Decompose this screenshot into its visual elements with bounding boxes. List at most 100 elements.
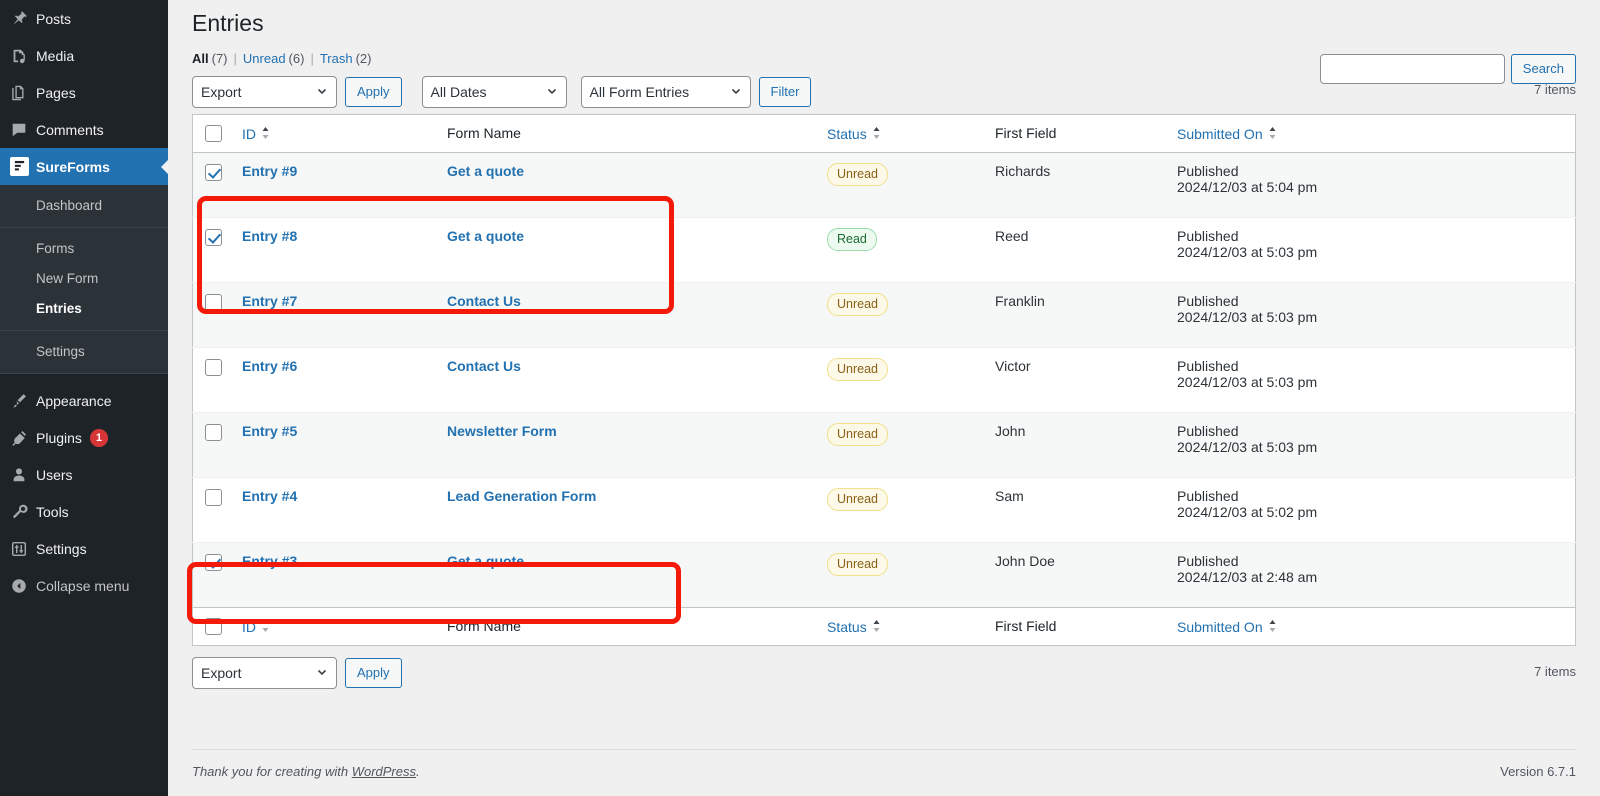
- entry-link[interactable]: Entry #7: [242, 293, 297, 309]
- submitted-date: 2024/12/03 at 5:03 pm: [1177, 308, 1318, 325]
- bulk-action-select-bottom[interactable]: Export: [192, 656, 337, 689]
- entry-link[interactable]: Entry #8: [242, 228, 297, 244]
- sureforms-submenu-bottom: Settings: [0, 331, 168, 373]
- date-filter-value: All Dates: [430, 83, 487, 100]
- row-checkbox-cell[interactable]: [192, 411, 232, 478]
- pin-icon: [10, 10, 36, 28]
- submitted-date: 2024/12/03 at 5:03 pm: [1177, 373, 1318, 390]
- sidebar-item-posts[interactable]: Posts: [0, 0, 168, 37]
- sidebar-subitem-dashboard[interactable]: Dashboard: [0, 191, 168, 221]
- form-filter-select[interactable]: All Form Entries: [580, 75, 751, 108]
- form-name-link[interactable]: Get a quote: [447, 163, 524, 179]
- column-header-id-label[interactable]: ID: [242, 126, 256, 142]
- footer-credit: Thank you for creating with WordPress.: [192, 764, 420, 779]
- wordpress-link[interactable]: WordPress: [352, 764, 416, 779]
- column-header-first-field-label: First Field: [995, 125, 1057, 142]
- column-header-status-label[interactable]: Status: [827, 126, 867, 142]
- sidebar-item-media[interactable]: Media: [0, 37, 168, 74]
- bulk-action-select-top[interactable]: Export: [192, 75, 337, 108]
- column-footer-status-label[interactable]: Status: [827, 619, 867, 635]
- sidebar-item-appearance[interactable]: Appearance: [0, 382, 168, 419]
- form-name-link[interactable]: Newsletter Form: [447, 423, 557, 439]
- column-footer-id-label[interactable]: ID: [242, 619, 256, 635]
- sidebar-item-comments[interactable]: Comments: [0, 111, 168, 148]
- date-filter-select[interactable]: All Dates: [421, 75, 567, 108]
- row-first-field-cell: Franklin: [985, 281, 1167, 348]
- column-header-id[interactable]: ID: [232, 114, 437, 153]
- sidebar-item-label: Media: [36, 47, 75, 64]
- chevron-down-icon: [316, 84, 328, 100]
- column-footer-id[interactable]: ID: [232, 606, 437, 646]
- sidebar-item-label: Tools: [36, 503, 69, 520]
- status-badge: Unread: [827, 487, 888, 511]
- row-submitted-on-cell: Published 2024/12/03 at 5:03 pm: [1167, 346, 1576, 413]
- column-header-submitted-on[interactable]: Submitted On: [1167, 114, 1576, 153]
- row-checkbox[interactable]: [205, 293, 222, 311]
- row-status-cell: Unread: [817, 476, 985, 543]
- submitted-date: 2024/12/03 at 2:48 am: [1177, 568, 1318, 585]
- sidebar-subitem-new-form[interactable]: New Form: [0, 264, 168, 294]
- row-checkbox-cell[interactable]: [192, 216, 232, 283]
- entry-link[interactable]: Entry #4: [242, 488, 297, 504]
- entry-link[interactable]: Entry #5: [242, 423, 297, 439]
- sort-indicator-icon: [872, 619, 881, 636]
- sidebar-subitem-entries[interactable]: Entries: [0, 294, 168, 324]
- column-footer-submitted-on-label[interactable]: Submitted On: [1177, 619, 1263, 635]
- entry-link[interactable]: Entry #6: [242, 358, 297, 374]
- column-header-status[interactable]: Status: [817, 114, 985, 153]
- form-name-link[interactable]: Contact Us: [447, 358, 521, 374]
- apply-button-bottom[interactable]: Apply: [345, 657, 402, 688]
- view-link-unread[interactable]: Unread: [243, 51, 286, 66]
- row-checkbox[interactable]: [205, 358, 222, 376]
- sidebar-item-plugins[interactable]: Plugins 1: [0, 419, 168, 456]
- footer-credit-prefix: Thank you for creating with: [192, 764, 352, 779]
- row-checkbox[interactable]: [205, 553, 222, 571]
- select-all-checkbox-footer[interactable]: [205, 618, 222, 636]
- form-name-link[interactable]: Get a quote: [447, 228, 524, 244]
- column-footer-status[interactable]: Status: [817, 606, 985, 646]
- row-checkbox-cell[interactable]: [192, 346, 232, 413]
- select-all-footer[interactable]: [192, 606, 232, 646]
- row-id-cell: Entry #6: [232, 346, 437, 413]
- apply-button-top[interactable]: Apply: [345, 76, 402, 107]
- form-name-link[interactable]: Lead Generation Form: [447, 488, 596, 504]
- row-status-cell: Unread: [817, 346, 985, 413]
- filter-button[interactable]: Filter: [758, 76, 812, 107]
- chevron-down-icon: [316, 665, 328, 681]
- row-checkbox[interactable]: [205, 488, 222, 506]
- sidebar-item-sureforms[interactable]: SureForms: [0, 148, 168, 185]
- row-checkbox[interactable]: [205, 423, 222, 441]
- row-checkbox-cell[interactable]: [192, 151, 232, 218]
- column-footer-submitted-on[interactable]: Submitted On: [1167, 606, 1576, 646]
- select-all-header[interactable]: [192, 114, 232, 153]
- row-checkbox-cell[interactable]: [192, 476, 232, 543]
- view-link-trash[interactable]: Trash: [320, 51, 353, 66]
- form-name-link[interactable]: Get a quote: [447, 553, 524, 569]
- view-count-trash: (2): [355, 50, 372, 66]
- entry-link[interactable]: Entry #9: [242, 163, 297, 179]
- table-row: Entry #4 Lead Generation Form Unread Sam Pub…: [192, 476, 1576, 543]
- row-checkbox[interactable]: [205, 163, 222, 181]
- column-header-form-name: Form Name: [437, 114, 817, 153]
- entry-link[interactable]: Entry #3: [242, 553, 297, 569]
- view-separator: |: [310, 50, 314, 66]
- table-row: Entry #3 Get a quote Unread John Doe Publish…: [192, 541, 1576, 608]
- sidebar-item-collapse-menu[interactable]: Collapse menu: [0, 567, 168, 604]
- row-checkbox[interactable]: [205, 228, 222, 246]
- view-count-unread: (6): [288, 50, 305, 66]
- select-all-checkbox[interactable]: [205, 125, 222, 143]
- row-status-cell: Unread: [817, 411, 985, 478]
- row-checkbox-cell[interactable]: [192, 281, 232, 348]
- sidebar-item-users[interactable]: Users: [0, 456, 168, 493]
- row-first-field-cell: Reed: [985, 216, 1167, 283]
- form-name-link[interactable]: Contact Us: [447, 293, 521, 309]
- column-header-submitted-on-label[interactable]: Submitted On: [1177, 126, 1263, 142]
- sidebar-item-tools[interactable]: Tools: [0, 493, 168, 530]
- view-link-all[interactable]: All: [192, 51, 209, 66]
- sidebar-item-settings[interactable]: Settings: [0, 530, 168, 567]
- row-checkbox-cell[interactable]: [192, 541, 232, 608]
- sidebar-subitem-forms[interactable]: Forms: [0, 234, 168, 264]
- sidebar-item-pages[interactable]: Pages: [0, 74, 168, 111]
- entries-table-head: ID Form Name Status First Field Submitte…: [192, 114, 1576, 153]
- sidebar-subitem-settings[interactable]: Settings: [0, 337, 168, 367]
